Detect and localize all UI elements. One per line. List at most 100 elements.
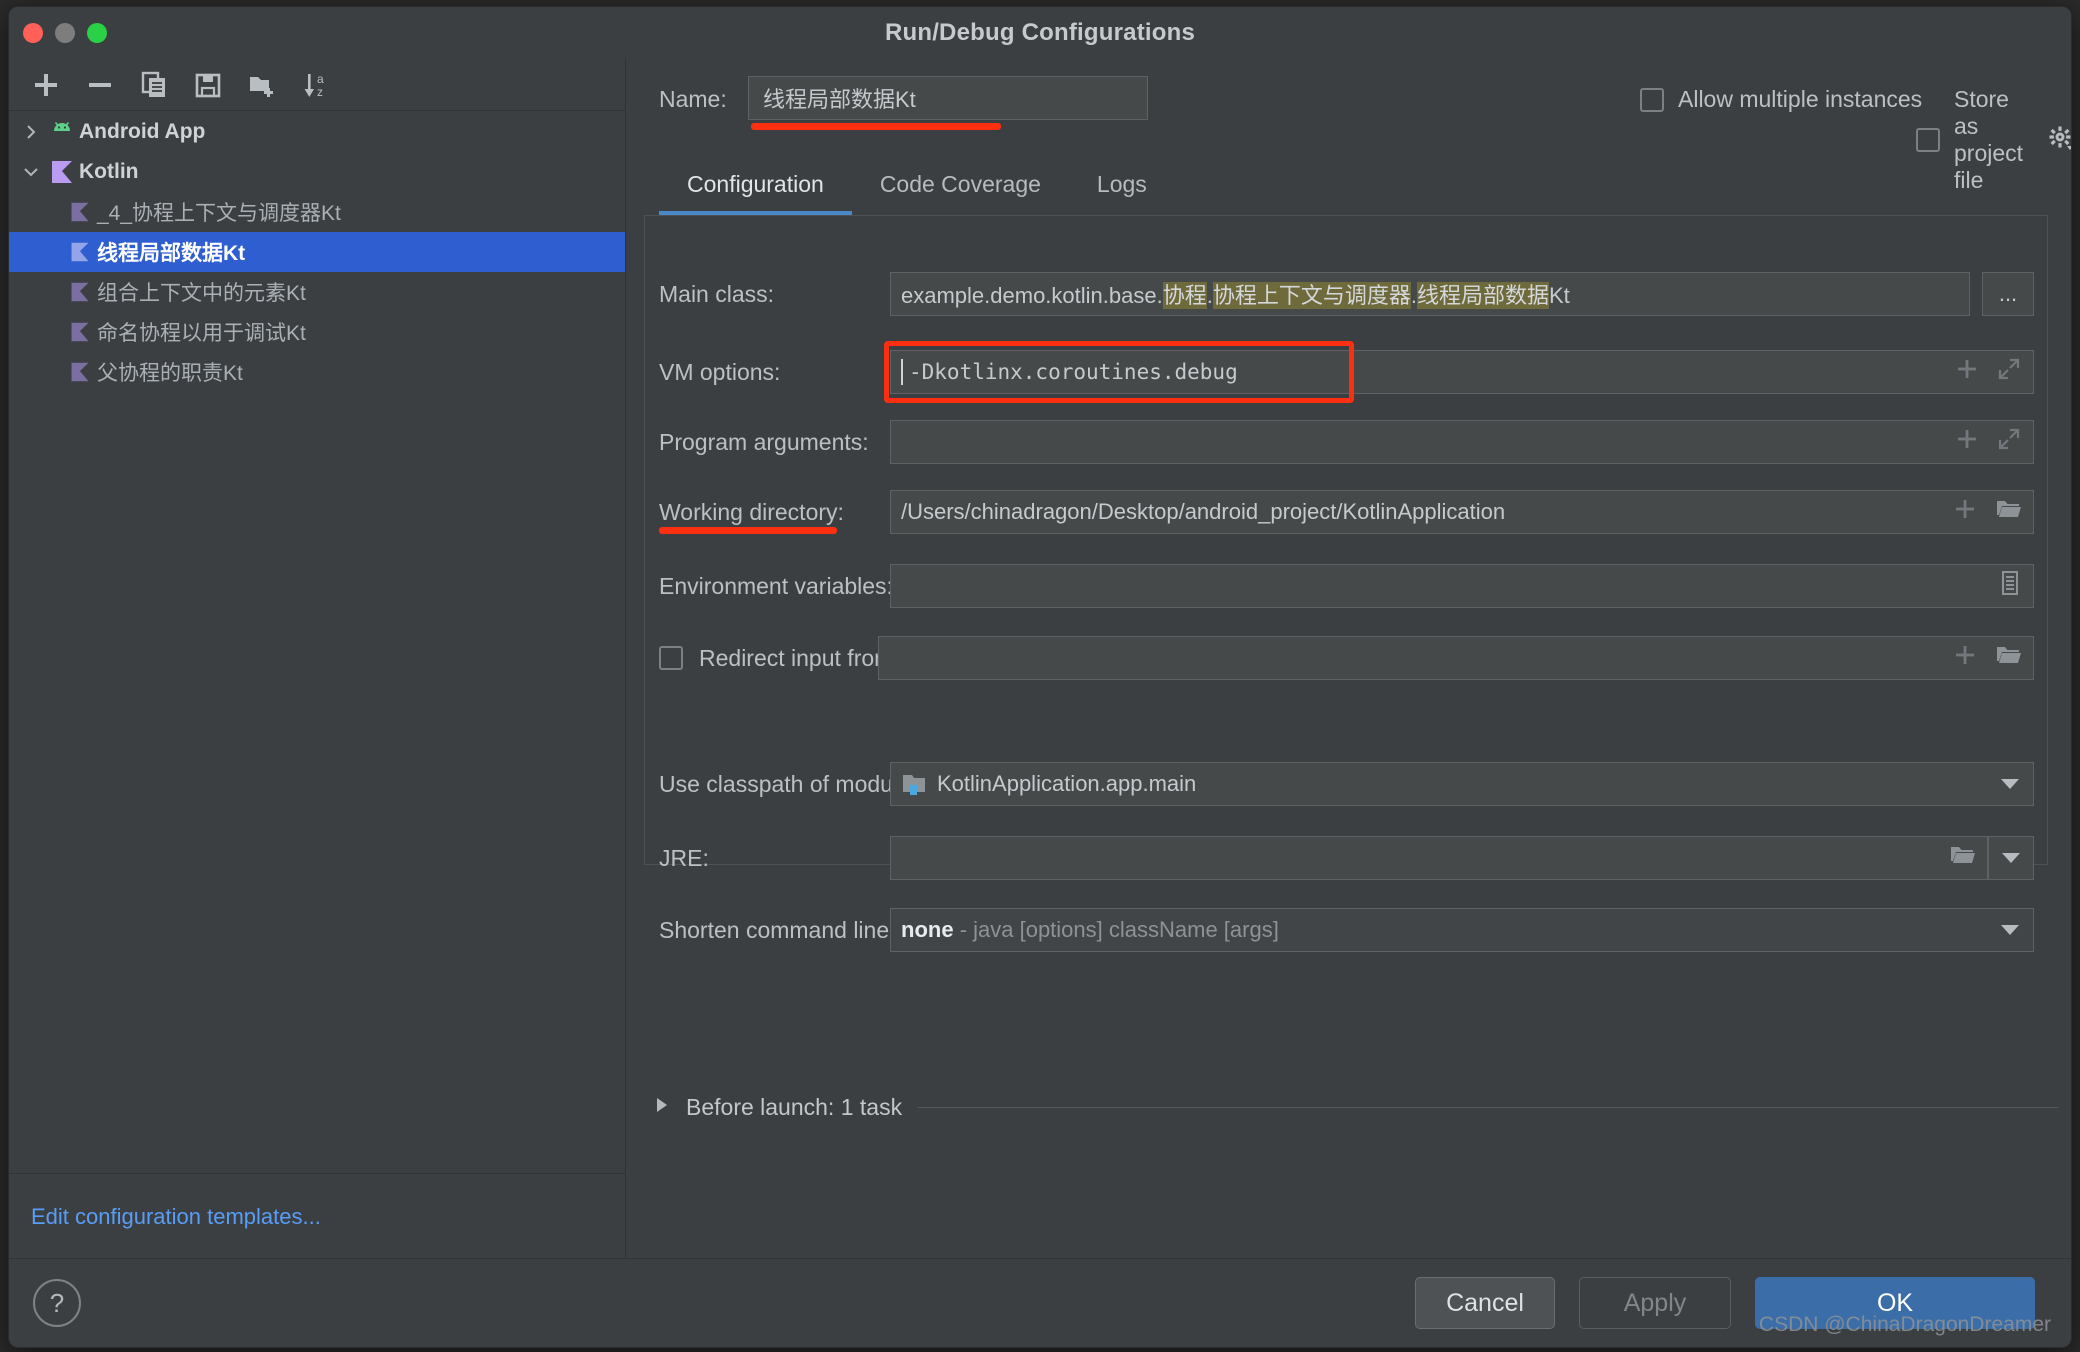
vm-options-value: -Dkotlinx.coroutines.debug xyxy=(909,360,1238,384)
kotlin-icon xyxy=(45,159,79,185)
tree-item-thread-local-data[interactable]: 线程局部数据Kt xyxy=(9,232,625,272)
name-input[interactable]: 线程局部数据Kt xyxy=(748,76,1148,120)
jre-dropdown-button[interactable] xyxy=(1988,836,2034,880)
tree-item-kotlin[interactable]: Kotlin xyxy=(9,152,625,192)
jre-row: JRE: xyxy=(626,835,2071,881)
expand-editor-icon[interactable] xyxy=(1997,357,2021,387)
triangle-right-icon[interactable] xyxy=(654,1096,670,1119)
cancel-button[interactable]: Cancel xyxy=(1415,1277,1555,1329)
name-label: Name: xyxy=(659,86,727,112)
remove-configuration-button[interactable] xyxy=(73,63,127,107)
use-classpath-of-module-value: KotlinApplication.app.main xyxy=(937,771,1197,796)
program-arguments-input[interactable] xyxy=(890,420,2034,464)
tree-item-parent-coroutine-responsibility[interactable]: 父协程的职责Kt xyxy=(9,352,625,392)
main-class-value-plain: example.demo.kotlin.base. xyxy=(901,283,1163,308)
copy-icon xyxy=(141,71,165,97)
program-arguments-actions xyxy=(1955,421,2021,463)
help-button[interactable]: ? xyxy=(33,1279,81,1327)
store-as-project-file-checkbox[interactable]: Store as project file xyxy=(1916,86,2071,194)
configuration-editor-panel: Name: 线程局部数据Kt Allow multiple instances … xyxy=(626,59,2071,1259)
jre-input[interactable] xyxy=(890,836,1988,880)
edit-configuration-templates-link[interactable]: Edit configuration templates... xyxy=(9,1173,625,1259)
tab-configuration[interactable]: Configuration xyxy=(659,157,852,215)
shorten-command-line-hint: - java [options] className [args] xyxy=(959,917,1279,942)
sort-az-icon: a z xyxy=(304,72,324,99)
tab-logs[interactable]: Logs xyxy=(1069,157,1175,215)
chevron-right-icon[interactable] xyxy=(17,123,45,141)
tree-item-label: Kotlin xyxy=(79,160,139,183)
kotlin-file-icon xyxy=(63,281,97,303)
chevron-down-icon[interactable] xyxy=(2001,779,2019,789)
before-launch-section[interactable]: Before launch: 1 task xyxy=(654,1094,2059,1121)
apply-button[interactable]: Apply xyxy=(1579,1277,1731,1329)
allow-multiple-instances-checkbox[interactable]: Allow multiple instances xyxy=(1640,86,1922,113)
expand-editor-icon[interactable] xyxy=(1997,427,2021,457)
chevron-down-icon[interactable] xyxy=(17,163,45,181)
minus-icon xyxy=(89,82,111,87)
chevron-down-icon[interactable] xyxy=(2001,925,2019,935)
main-class-label: Main class: xyxy=(659,280,775,307)
tree-item-coroutine-context-dispatchers[interactable]: _4_协程上下文与调度器Kt xyxy=(9,192,625,232)
program-arguments-row: Program arguments: xyxy=(626,419,2071,465)
android-icon xyxy=(45,119,79,145)
editor-tabs: Configuration Code Coverage Logs xyxy=(659,157,1175,215)
module-icon xyxy=(901,772,927,796)
insert-macro-icon[interactable] xyxy=(1953,497,1977,527)
environment-variables-editor-icon[interactable] xyxy=(1999,570,2021,602)
tree-item-named-coroutine-debug[interactable]: 命名协程以用于调试Kt xyxy=(9,312,625,352)
sort-configurations-button[interactable]: a z xyxy=(289,63,343,107)
redirect-input-from-checkbox[interactable]: Redirect input from: xyxy=(659,645,900,672)
shorten-command-line-row: Shorten command line: none - java [optio… xyxy=(626,907,2071,953)
checkbox-box[interactable] xyxy=(1916,128,1940,152)
working-directory-value: /Users/chinadragon/Desktop/android_proje… xyxy=(901,499,1506,524)
use-classpath-of-module-dropdown[interactable]: KotlinApplication.app.main xyxy=(890,762,2034,806)
window-title: Run/Debug Configurations xyxy=(884,19,1196,46)
shorten-command-line-value: none xyxy=(901,917,954,942)
text-caret xyxy=(901,359,903,385)
shorten-command-line-label: Shorten command line: xyxy=(659,916,896,943)
redirect-input-from-row: Redirect input from: xyxy=(626,635,2071,681)
kotlin-file-icon xyxy=(63,241,97,263)
browse-folder-icon[interactable] xyxy=(1949,843,1975,873)
watermark: CSDN @ChinaDragonDreamer xyxy=(1758,1313,2051,1336)
vm-options-input[interactable]: -Dkotlinx.coroutines.debug xyxy=(890,350,2034,394)
checkbox-box[interactable] xyxy=(659,646,683,670)
jre-label: JRE: xyxy=(659,844,709,871)
insert-macro-icon[interactable] xyxy=(1955,357,1979,387)
save-configuration-button[interactable] xyxy=(181,63,235,107)
tree-item-label: 命名协程以用于调试Kt xyxy=(97,322,306,345)
main-class-value-highlight-2: 协程上下文与调度器 xyxy=(1212,282,1411,309)
main-class-browse-button[interactable]: ... xyxy=(1982,272,2034,316)
tree-item-label: _4_协程上下文与调度器Kt xyxy=(97,202,341,225)
jre-actions xyxy=(1949,837,1975,879)
checkbox-box[interactable] xyxy=(1640,87,1664,112)
copy-configuration-button[interactable] xyxy=(127,63,181,107)
browse-folder-icon[interactable] xyxy=(1995,643,2021,673)
kotlin-file-icon xyxy=(63,201,97,223)
working-directory-row: Working directory: /Users/chinadragon/De… xyxy=(626,489,2071,535)
tab-code-coverage[interactable]: Code Coverage xyxy=(852,157,1069,215)
new-folder-button[interactable] xyxy=(235,63,289,107)
run-debug-configurations-dialog: Run/Debug Configurations a z Android App… xyxy=(8,6,2072,1348)
before-launch-divider xyxy=(918,1107,2059,1108)
insert-macro-icon[interactable] xyxy=(1955,427,1979,457)
insert-macro-icon[interactable] xyxy=(1953,643,1977,673)
browse-folder-icon[interactable] xyxy=(1995,497,2021,527)
shorten-command-line-dropdown[interactable]: none - java [options] className [args] xyxy=(890,908,2034,952)
vm-options-row: VM options: -Dkotlinx.coroutines.debug xyxy=(626,341,2071,403)
name-row: Name: 线程局部数据Kt Allow multiple instances … xyxy=(626,59,2071,193)
main-class-value-tail: Kt xyxy=(1549,283,1570,308)
tree-item-combine-context-elements[interactable]: 组合上下文中的元素Kt xyxy=(9,272,625,312)
working-directory-input[interactable]: /Users/chinadragon/Desktop/android_proje… xyxy=(890,490,2034,534)
add-configuration-button[interactable] xyxy=(19,63,73,107)
sidebar-toolbar: a z xyxy=(9,59,625,111)
environment-variables-input[interactable] xyxy=(890,564,2034,608)
vm-options-actions xyxy=(1955,351,2021,393)
title-bar: Run/Debug Configurations xyxy=(9,7,2071,60)
redirect-input-from-input[interactable] xyxy=(878,636,2034,680)
tree-item-android-app[interactable]: Android App xyxy=(9,112,625,152)
gear-icon[interactable] xyxy=(2047,124,2071,156)
main-class-input[interactable]: example.demo.kotlin.base.协程.协程上下文与调度器.线程… xyxy=(890,272,1970,316)
plus-icon xyxy=(35,73,57,96)
configurations-tree: Android App Kotlin _4_协程上下文与调度器Kt 线程局部数据… xyxy=(9,112,625,392)
